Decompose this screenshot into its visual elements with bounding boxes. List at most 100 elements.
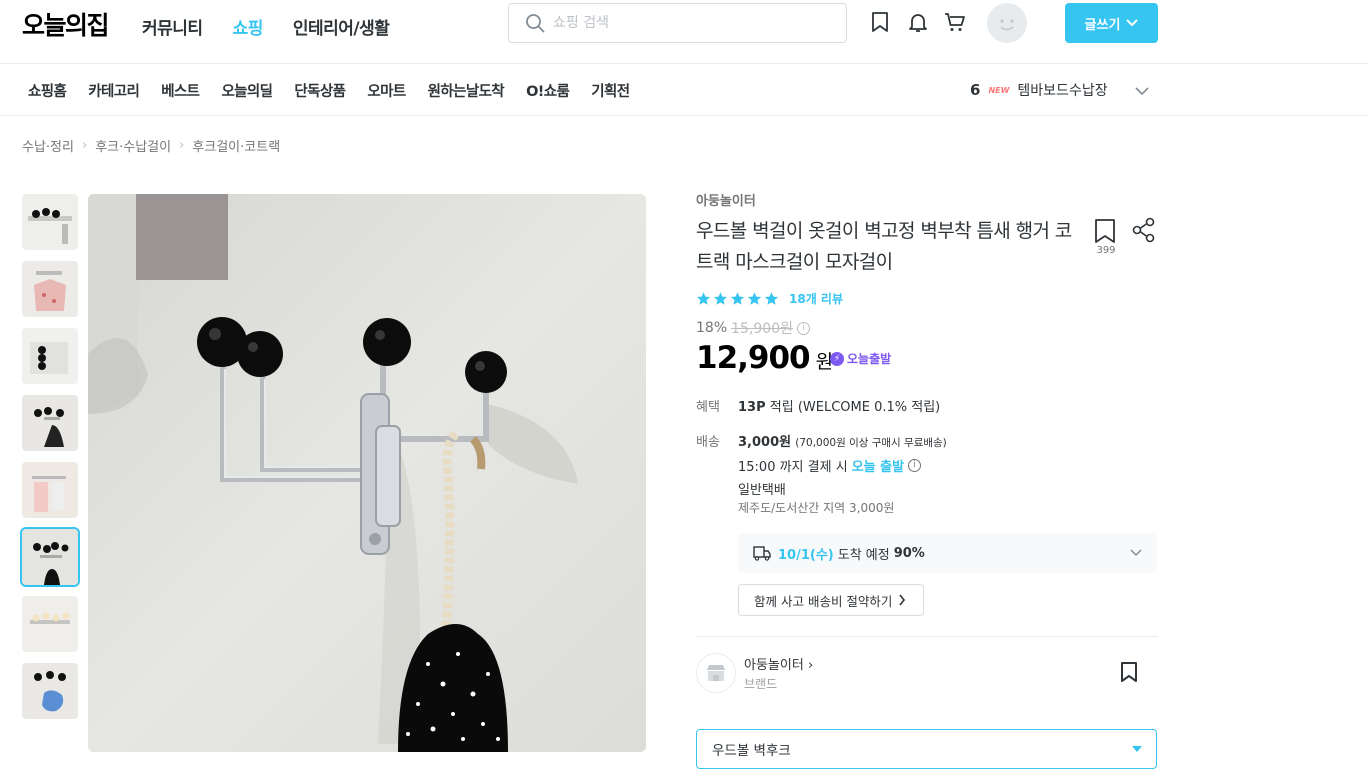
same-day-shipping: 오늘 출발 (851, 460, 905, 475)
subnav-exhibitions[interactable]: 기획전 (591, 80, 630, 101)
bookmark-icon[interactable] (868, 10, 892, 34)
thumbnail[interactable] (22, 462, 78, 518)
breadcrumb-item[interactable]: 후크·수납걸이 (95, 136, 171, 155)
share-icon[interactable] (1132, 217, 1156, 243)
subnav-best[interactable]: 베스트 (161, 80, 200, 101)
delivery-badge: ⚡ 오늘출발 (830, 350, 891, 367)
arrival-date: 10/1(수) (778, 547, 834, 563)
product-main-image[interactable] (88, 194, 646, 752)
bookmark-count: 399 (1096, 245, 1116, 256)
cart-icon[interactable] (943, 10, 967, 34)
lightning-icon: ⚡ (830, 351, 844, 366)
thumbnail[interactable] (22, 261, 78, 317)
chevron-right-icon: › (807, 658, 814, 673)
arrival-text: 도착 예정 (837, 547, 890, 563)
sale-price: 12,900 (696, 340, 811, 376)
discount-rate: 18% (696, 320, 728, 336)
top-header: 오늘의집 커뮤니티 쇼핑 인테리어/생활 글쓰기 (0, 0, 1369, 64)
subnav-showroom[interactable]: O!쇼룸 (526, 80, 570, 101)
search-box[interactable] (508, 3, 847, 43)
breadcrumb-item[interactable]: 수납·정리 (22, 136, 74, 155)
discount-row: 18% 15,900원 i (696, 318, 810, 338)
store-name-link[interactable]: 아둥놀이터 › (744, 654, 813, 673)
bookmark-icon[interactable] (1120, 661, 1138, 683)
star-icon (713, 292, 728, 305)
truck-clock-icon (753, 546, 771, 561)
bookmark-icon[interactable] (1094, 218, 1116, 244)
avatar-face-icon (1000, 19, 1014, 31)
info-icon[interactable]: i (797, 321, 810, 335)
rating[interactable]: 18개 리뷰 (696, 290, 843, 307)
subnav-omart[interactable]: 오마트 (367, 80, 406, 101)
benefit-value: 13P 적립 (WELCOME 0.1% 적립) (738, 396, 940, 415)
breadcrumb-item[interactable]: 후크걸이·코트랙 (192, 136, 280, 155)
search-icon (526, 14, 545, 33)
store-type: 브랜드 (744, 677, 778, 691)
subnav-todays-deal[interactable]: 오늘의딜 (221, 80, 273, 101)
avatar[interactable] (987, 3, 1027, 43)
trending-keyword-text: 템바보드수납장 (1017, 83, 1108, 99)
original-price: 15,900원 (731, 321, 793, 337)
bundle-shipping-button[interactable]: 함께 사고 배송비 절약하기 (738, 584, 924, 616)
price: 12,900 원 (696, 340, 833, 376)
thumbnail[interactable] (22, 663, 78, 719)
option-selected-value: 우드볼 벽후크 (712, 743, 791, 759)
new-badge: NEW (988, 85, 1010, 95)
chevron-right-icon (899, 594, 906, 606)
star-icon (747, 292, 762, 305)
chevron-right-icon: › (179, 138, 185, 153)
store-name: 아둥놀이터 (744, 658, 804, 673)
main-nav: 커뮤니티 쇼핑 인테리어/생활 (142, 14, 390, 39)
info-icon[interactable]: i (908, 459, 922, 472)
thumbnail[interactable] (22, 596, 78, 652)
trending-keyword[interactable]: 6 NEW 템바보드수납장 (970, 80, 1108, 100)
write-button[interactable]: 글쓰기 (1065, 3, 1158, 43)
delivery-badge-label: 오늘출발 (847, 352, 892, 366)
star-icon (764, 292, 779, 305)
thumbnail-selected[interactable] (20, 527, 80, 587)
search-input[interactable] (553, 12, 833, 34)
arrival-rate: 90% (893, 545, 925, 561)
shipping-type: 일반택배 (738, 483, 786, 498)
chevron-down-icon[interactable] (1134, 84, 1150, 98)
chevron-right-icon: › (81, 138, 88, 153)
bundle-shipping-label: 함께 사고 배송비 절약하기 (754, 593, 893, 609)
brand-link[interactable]: 아둥놀이터 (696, 190, 1158, 209)
store-front-icon (707, 665, 725, 681)
subnav-items: 쇼핑홈 카테고리 베스트 오늘의딜 단독상품 오마트 원하는날도착 O!쇼룸 기… (28, 80, 630, 101)
store-icon[interactable] (696, 653, 736, 693)
divider (696, 636, 1158, 637)
site-logo[interactable]: 오늘의집 (22, 6, 110, 42)
benefit-text: 적립 (WELCOME 0.1% 적립) (769, 400, 941, 415)
trending-rank: 6 (970, 81, 981, 99)
write-button-label: 글쓰기 (1084, 17, 1121, 33)
subnav-shopping-home[interactable]: 쇼핑홈 (28, 80, 67, 101)
arrival-estimate[interactable]: 10/1(수) 도착 예정 90% (738, 533, 1157, 573)
thumbnail[interactable] (22, 395, 78, 451)
breadcrumb: 수납·정리 › 후크·수납걸이 › 후크걸이·코트랙 (22, 136, 280, 155)
shipping-fee: 3,000원 (738, 435, 792, 450)
review-count[interactable]: 18개 리뷰 (789, 290, 843, 307)
shopping-subnav: 쇼핑홈 카테고리 베스트 오늘의딜 단독상품 오마트 원하는날도착 O!쇼룸 기… (0, 64, 1369, 116)
thumbnail[interactable] (22, 194, 78, 250)
subnav-scheduled-delivery[interactable]: 원하는날도착 (428, 80, 505, 101)
benefit-points: 13P (738, 400, 766, 415)
shipping-note: (70,000원 이상 구매시 무료배송) (795, 437, 947, 449)
nav-shopping[interactable]: 쇼핑 (233, 14, 264, 39)
product-photo (88, 194, 646, 752)
subnav-category[interactable]: 카테고리 (88, 80, 140, 101)
island-shipping-note: 제주도/도서산간 지역 3,000원 (738, 501, 895, 515)
cutoff-text: 15:00 까지 결제 시 (738, 460, 848, 475)
star-icon (696, 292, 711, 305)
product-title: 우드볼 벽걸이 옷걸이 벽고정 벽부착 틈새 행거 코트랙 마스크걸이 모자걸이 (696, 220, 1072, 273)
subnav-exclusive[interactable]: 단독상품 (294, 80, 346, 101)
nav-community[interactable]: 커뮤니티 (142, 14, 203, 39)
option-select[interactable]: 우드볼 벽후크 (696, 729, 1157, 769)
shipping-fee-row: 3,000원 (70,000원 이상 구매시 무료배송) (738, 431, 947, 450)
thumbnail[interactable] (22, 328, 78, 384)
chevron-down-icon (1126, 19, 1139, 27)
cutoff-row: 15:00 까지 결제 시 오늘 출발 i (738, 456, 922, 475)
thumbnail-list (20, 194, 80, 730)
nav-interior[interactable]: 인테리어/생활 (293, 14, 390, 39)
bell-icon[interactable] (906, 10, 930, 34)
